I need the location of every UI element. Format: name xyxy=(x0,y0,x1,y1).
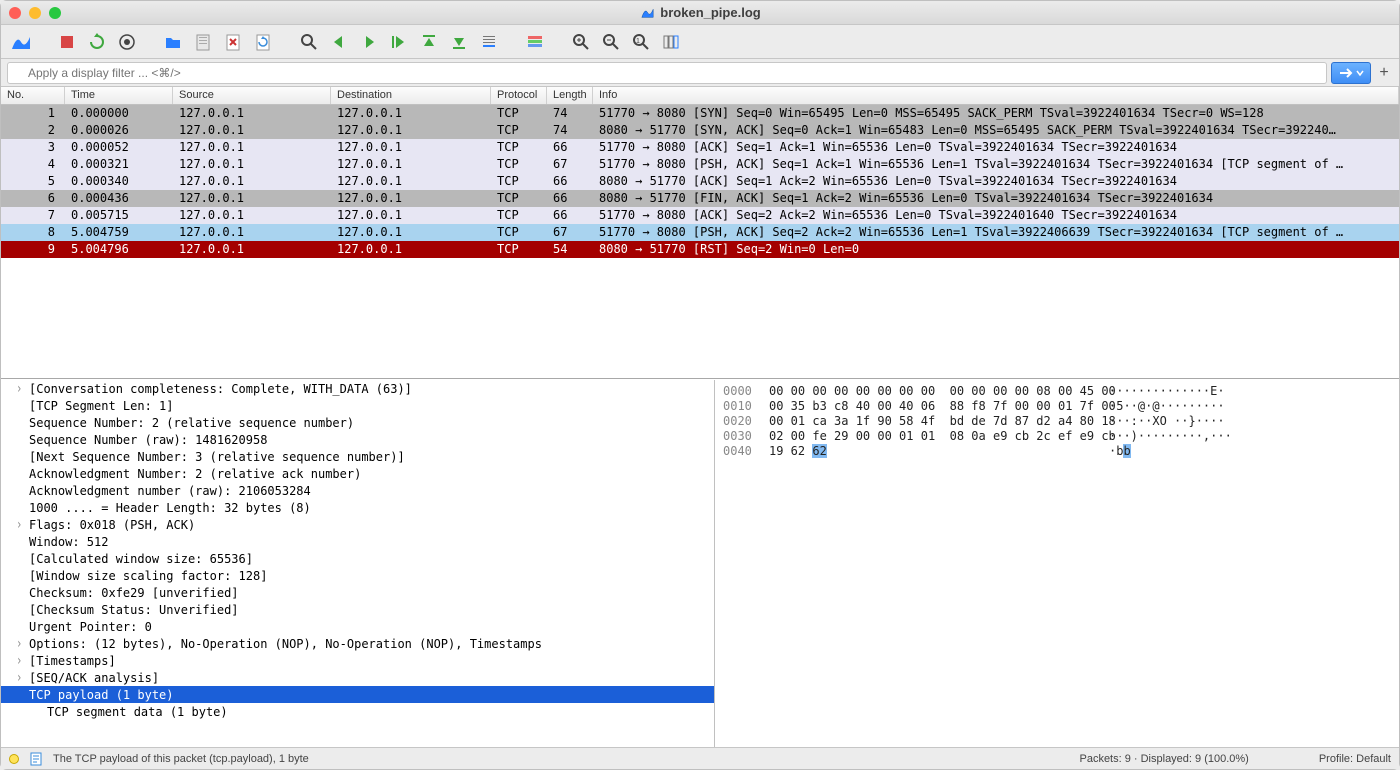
tree-node[interactable]: TCP payload (1 byte) xyxy=(1,686,714,703)
tree-node[interactable]: Sequence Number (raw): 1481620958 xyxy=(1,431,714,448)
tree-node[interactable]: [SEQ/ACK analysis] xyxy=(1,669,714,686)
tree-node[interactable]: [Calculated window size: 65536] xyxy=(1,550,714,567)
tree-node[interactable]: [Next Sequence Number: 3 (relative seque… xyxy=(1,448,714,465)
wireshark-icon xyxy=(641,6,654,19)
window-title: broken_pipe.log xyxy=(660,5,760,20)
capture-options-icon[interactable] xyxy=(115,30,139,54)
hex-line[interactable]: 002000 01 ca 3a 1f 90 58 4f bd de 7d 87 … xyxy=(723,414,1391,429)
zoom-in-icon[interactable] xyxy=(569,30,593,54)
col-time-header[interactable]: Time xyxy=(65,87,173,104)
tree-node[interactable]: Options: (12 bytes), No-Operation (NOP),… xyxy=(1,635,714,652)
hex-line[interactable]: 004019 62 62·bb xyxy=(723,444,1391,459)
capture-file-props-icon[interactable] xyxy=(29,752,43,766)
packet-row[interactable]: 20.000026127.0.0.1127.0.0.1TCP748080 → 5… xyxy=(1,122,1399,139)
packet-row[interactable]: 10.000000127.0.0.1127.0.0.1TCP7451770 → … xyxy=(1,105,1399,122)
resize-columns-icon[interactable] xyxy=(659,30,683,54)
tree-node[interactable]: Window: 512 xyxy=(1,533,714,550)
display-filter-bar: + xyxy=(1,59,1399,87)
packet-row[interactable]: 85.004759127.0.0.1127.0.0.1TCP6751770 → … xyxy=(1,224,1399,241)
tree-node[interactable]: [TCP Segment Len: 1] xyxy=(1,397,714,414)
apply-filter-button[interactable] xyxy=(1331,62,1371,84)
close-window[interactable] xyxy=(9,7,21,19)
titlebar: broken_pipe.log xyxy=(1,1,1399,25)
col-dest-header[interactable]: Destination xyxy=(331,87,491,104)
minimize-window[interactable] xyxy=(29,7,41,19)
packet-list[interactable]: 10.000000127.0.0.1127.0.0.1TCP7451770 → … xyxy=(1,105,1399,379)
tree-node[interactable]: 1000 .... = Header Length: 32 bytes (8) xyxy=(1,499,714,516)
packet-details-tree[interactable]: [Conversation completeness: Complete, WI… xyxy=(1,380,715,747)
tree-node[interactable]: Sequence Number: 2 (relative sequence nu… xyxy=(1,414,714,431)
tree-node[interactable]: [Conversation completeness: Complete, WI… xyxy=(1,380,714,397)
display-filter-input[interactable] xyxy=(7,62,1327,84)
tree-node[interactable]: Acknowledgment number (raw): 2106053284 xyxy=(1,482,714,499)
status-profile[interactable]: Profile: Default xyxy=(1319,753,1391,765)
status-hint: The TCP payload of this packet (tcp.payl… xyxy=(53,753,309,765)
zoom-window[interactable] xyxy=(49,7,61,19)
window-controls xyxy=(9,7,61,19)
status-bar: The TCP payload of this packet (tcp.payl… xyxy=(1,747,1399,769)
go-last-icon[interactable] xyxy=(447,30,471,54)
open-file-icon[interactable] xyxy=(161,30,185,54)
tree-node[interactable]: [Timestamps] xyxy=(1,652,714,669)
packet-row[interactable]: 95.004796127.0.0.1127.0.0.1TCP548080 → 5… xyxy=(1,241,1399,258)
go-back-icon[interactable] xyxy=(327,30,351,54)
go-forward-icon[interactable] xyxy=(357,30,381,54)
go-to-packet-icon[interactable] xyxy=(387,30,411,54)
stop-capture-icon[interactable] xyxy=(55,30,79,54)
auto-scroll-icon[interactable] xyxy=(477,30,501,54)
colorize-icon[interactable] xyxy=(523,30,547,54)
tree-node[interactable]: Flags: 0x018 (PSH, ACK) xyxy=(1,516,714,533)
packet-row[interactable]: 30.000052127.0.0.1127.0.0.1TCP6651770 → … xyxy=(1,139,1399,156)
reload-file-icon[interactable] xyxy=(251,30,275,54)
col-no-header[interactable]: No. xyxy=(1,87,65,104)
packet-row[interactable]: 40.000321127.0.0.1127.0.0.1TCP6751770 → … xyxy=(1,156,1399,173)
col-source-header[interactable]: Source xyxy=(173,87,331,104)
main-toolbar: 1 xyxy=(1,25,1399,59)
restart-capture-icon[interactable] xyxy=(85,30,109,54)
hex-line[interactable]: 001000 35 b3 c8 40 00 40 06 88 f8 7f 00 … xyxy=(723,399,1391,414)
tree-node[interactable]: Acknowledgment Number: 2 (relative ack n… xyxy=(1,465,714,482)
svg-text:1: 1 xyxy=(636,38,640,45)
status-packet-counts: Packets: 9 · Displayed: 9 (100.0%) xyxy=(1079,753,1248,765)
tree-node[interactable]: [Checksum Status: Unverified] xyxy=(1,601,714,618)
expert-info-icon[interactable] xyxy=(9,754,19,764)
col-info-header[interactable]: Info xyxy=(593,87,1399,104)
hex-line[interactable]: 000000 00 00 00 00 00 00 00 00 00 00 00 … xyxy=(723,384,1391,399)
go-first-icon[interactable] xyxy=(417,30,441,54)
col-length-header[interactable]: Length xyxy=(547,87,593,104)
col-protocol-header[interactable]: Protocol xyxy=(491,87,547,104)
packet-list-header: No. Time Source Destination Protocol Len… xyxy=(1,87,1399,105)
packet-bytes-hex[interactable]: 000000 00 00 00 00 00 00 00 00 00 00 00 … xyxy=(715,380,1399,747)
find-packet-icon[interactable] xyxy=(297,30,321,54)
packet-row[interactable]: 70.005715127.0.0.1127.0.0.1TCP6651770 → … xyxy=(1,207,1399,224)
detail-panes: [Conversation completeness: Complete, WI… xyxy=(1,379,1399,747)
tree-node[interactable]: Urgent Pointer: 0 xyxy=(1,618,714,635)
tree-node[interactable]: TCP segment data (1 byte) xyxy=(1,703,714,720)
packet-row[interactable]: 60.000436127.0.0.1127.0.0.1TCP668080 → 5… xyxy=(1,190,1399,207)
zoom-reset-icon[interactable]: 1 xyxy=(629,30,653,54)
close-file-icon[interactable] xyxy=(221,30,245,54)
wireshark-logo-icon[interactable] xyxy=(9,30,33,54)
hex-line[interactable]: 003002 00 fe 29 00 00 01 01 08 0a e9 cb … xyxy=(723,429,1391,444)
tree-node[interactable]: Checksum: 0xfe29 [unverified] xyxy=(1,584,714,601)
zoom-out-icon[interactable] xyxy=(599,30,623,54)
tree-node[interactable]: [Window size scaling factor: 128] xyxy=(1,567,714,584)
add-filter-button[interactable]: + xyxy=(1375,64,1393,82)
packet-row[interactable]: 50.000340127.0.0.1127.0.0.1TCP668080 → 5… xyxy=(1,173,1399,190)
save-file-icon[interactable] xyxy=(191,30,215,54)
